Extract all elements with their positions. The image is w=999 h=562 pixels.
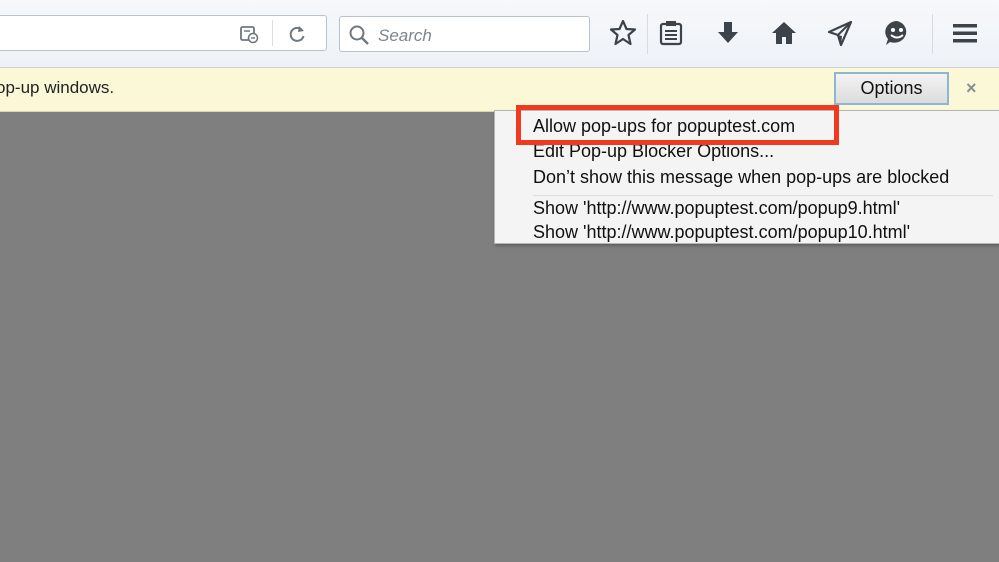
- home-icon[interactable]: [769, 18, 799, 48]
- reading-list-icon[interactable]: [656, 18, 686, 48]
- notification-message: op-up windows.: [0, 78, 115, 97]
- close-icon[interactable]: ×: [966, 78, 977, 99]
- page-info-icon[interactable]: [239, 24, 259, 44]
- browser-toolbar: Search: [0, 0, 999, 68]
- reload-icon[interactable]: [287, 24, 307, 44]
- menu-item-show-popup9[interactable]: Show 'http://www.popuptest.com/popup9.ht…: [533, 198, 900, 219]
- popup-options-menu: Allow pop-ups for popuptest.com Edit Pop…: [494, 110, 999, 244]
- share-icon[interactable]: [825, 18, 855, 48]
- address-bar-divider: [272, 20, 273, 46]
- menu-item-show-popup10[interactable]: Show 'http://www.popuptest.com/popup10.h…: [533, 222, 910, 243]
- popup-blocked-notification: op-up windows. Options ×: [0, 68, 999, 112]
- search-icon: [348, 24, 370, 46]
- options-button[interactable]: Options: [834, 72, 949, 105]
- hello-icon[interactable]: [882, 18, 912, 48]
- menu-item-allow-popups[interactable]: Allow pop-ups for popuptest.com: [533, 116, 795, 137]
- toolbar-divider: [932, 14, 933, 54]
- search-input[interactable]: Search: [339, 16, 590, 52]
- toolbar-divider: [647, 14, 648, 54]
- bookmark-star-icon[interactable]: [608, 18, 638, 48]
- downloads-icon[interactable]: [713, 18, 743, 48]
- search-placeholder: Search: [378, 26, 432, 45]
- menu-item-edit-blocker-options[interactable]: Edit Pop-up Blocker Options...: [533, 141, 774, 162]
- menu-separator: [533, 195, 993, 196]
- menu-item-dont-show-message[interactable]: Don’t show this message when pop-ups are…: [533, 167, 949, 188]
- menu-icon[interactable]: [950, 18, 980, 48]
- address-bar[interactable]: [0, 15, 327, 51]
